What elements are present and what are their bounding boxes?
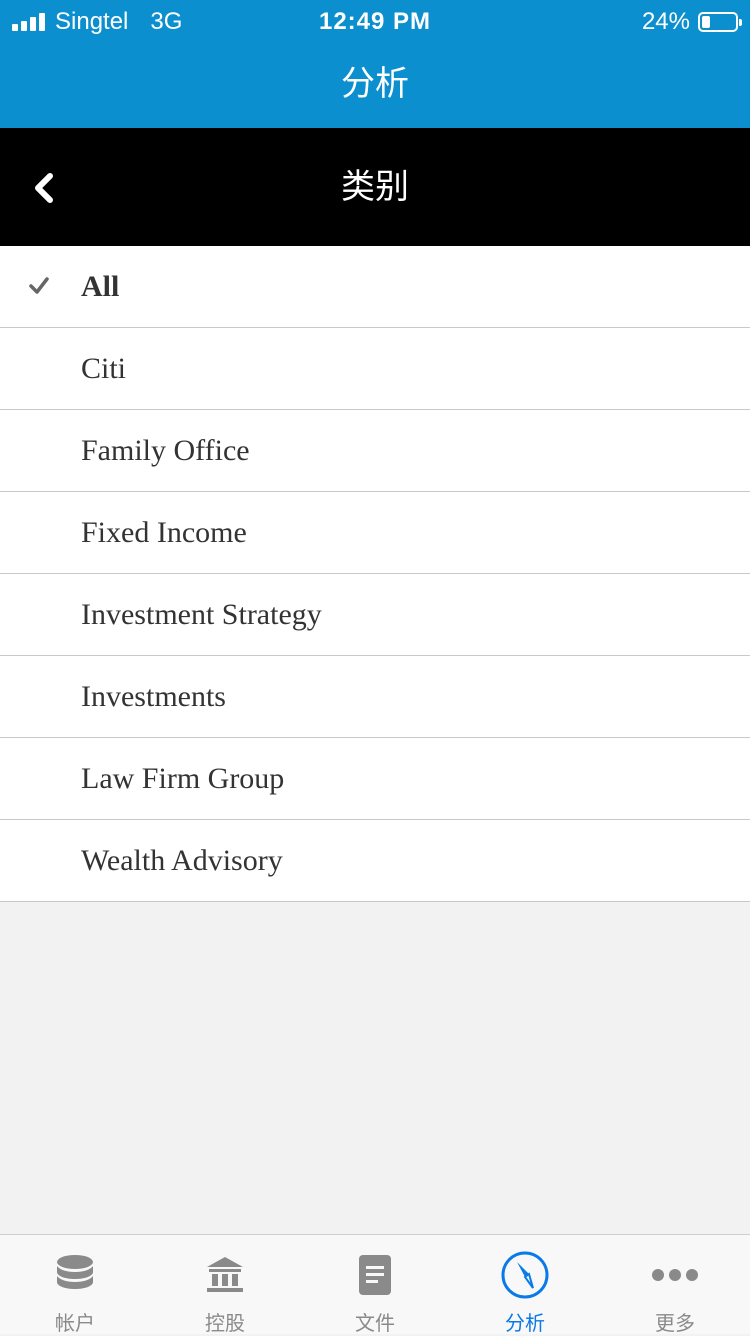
app-bar: 分析 — [0, 40, 750, 128]
tab-1[interactable]: 控股 — [150, 1235, 300, 1335]
battery-icon — [698, 12, 742, 32]
checkmark-icon — [29, 277, 49, 294]
tab-4[interactable]: 更多 — [600, 1235, 750, 1335]
sub-header-title: 类别 — [341, 168, 409, 206]
tab-label: 更多 — [655, 1313, 695, 1335]
more-icon — [648, 1251, 702, 1299]
category-label: Fixed Income — [81, 516, 247, 549]
category-item[interactable]: All — [0, 246, 750, 328]
tab-0[interactable]: 帐户 — [0, 1235, 150, 1335]
tab-label: 文件 — [355, 1313, 395, 1335]
database-icon — [48, 1251, 102, 1299]
category-label: Investments — [81, 680, 226, 713]
category-label: Law Firm Group — [81, 762, 285, 795]
category-label: Family Office — [81, 434, 250, 467]
tab-3[interactable]: 分析 — [450, 1235, 600, 1335]
tab-bar: 帐户 控股 文件 分析 更多 — [0, 1234, 750, 1335]
category-item[interactable]: Citi — [0, 328, 750, 410]
battery-percent: 24% — [641, 8, 690, 35]
app-title: 分析 — [341, 65, 409, 103]
battery-fill — [702, 16, 710, 28]
category-item[interactable]: Fixed Income — [0, 492, 750, 574]
status-time: 12:49 PM — [318, 8, 432, 35]
compass-icon — [498, 1251, 552, 1299]
bank-icon — [198, 1251, 252, 1299]
tab-label: 分析 — [505, 1313, 545, 1335]
category-label: Citi — [81, 352, 127, 385]
tab-2[interactable]: 文件 — [300, 1235, 450, 1335]
sub-header: 类别 — [0, 128, 750, 246]
category-list: All Citi Family Office Fixed Income Investme… — [0, 246, 750, 902]
status-bar: Singtel 3G 12:49 PM 24% — [0, 0, 750, 40]
category-item[interactable]: Investments — [0, 656, 750, 738]
category-item[interactable]: Law Firm Group — [0, 738, 750, 820]
category-label: Wealth Advisory — [81, 844, 283, 877]
category-label: Investment Strategy — [81, 598, 322, 631]
tab-label: 帐户 — [55, 1313, 95, 1335]
category-label: All — [81, 270, 120, 303]
category-item[interactable]: Investment Strategy — [0, 574, 750, 656]
status-right: 24% — [641, 8, 742, 36]
category-item[interactable]: Family Office — [0, 410, 750, 492]
document-icon — [348, 1251, 402, 1299]
tab-label: 控股 — [205, 1313, 245, 1335]
category-item[interactable]: Wealth Advisory — [0, 820, 750, 902]
